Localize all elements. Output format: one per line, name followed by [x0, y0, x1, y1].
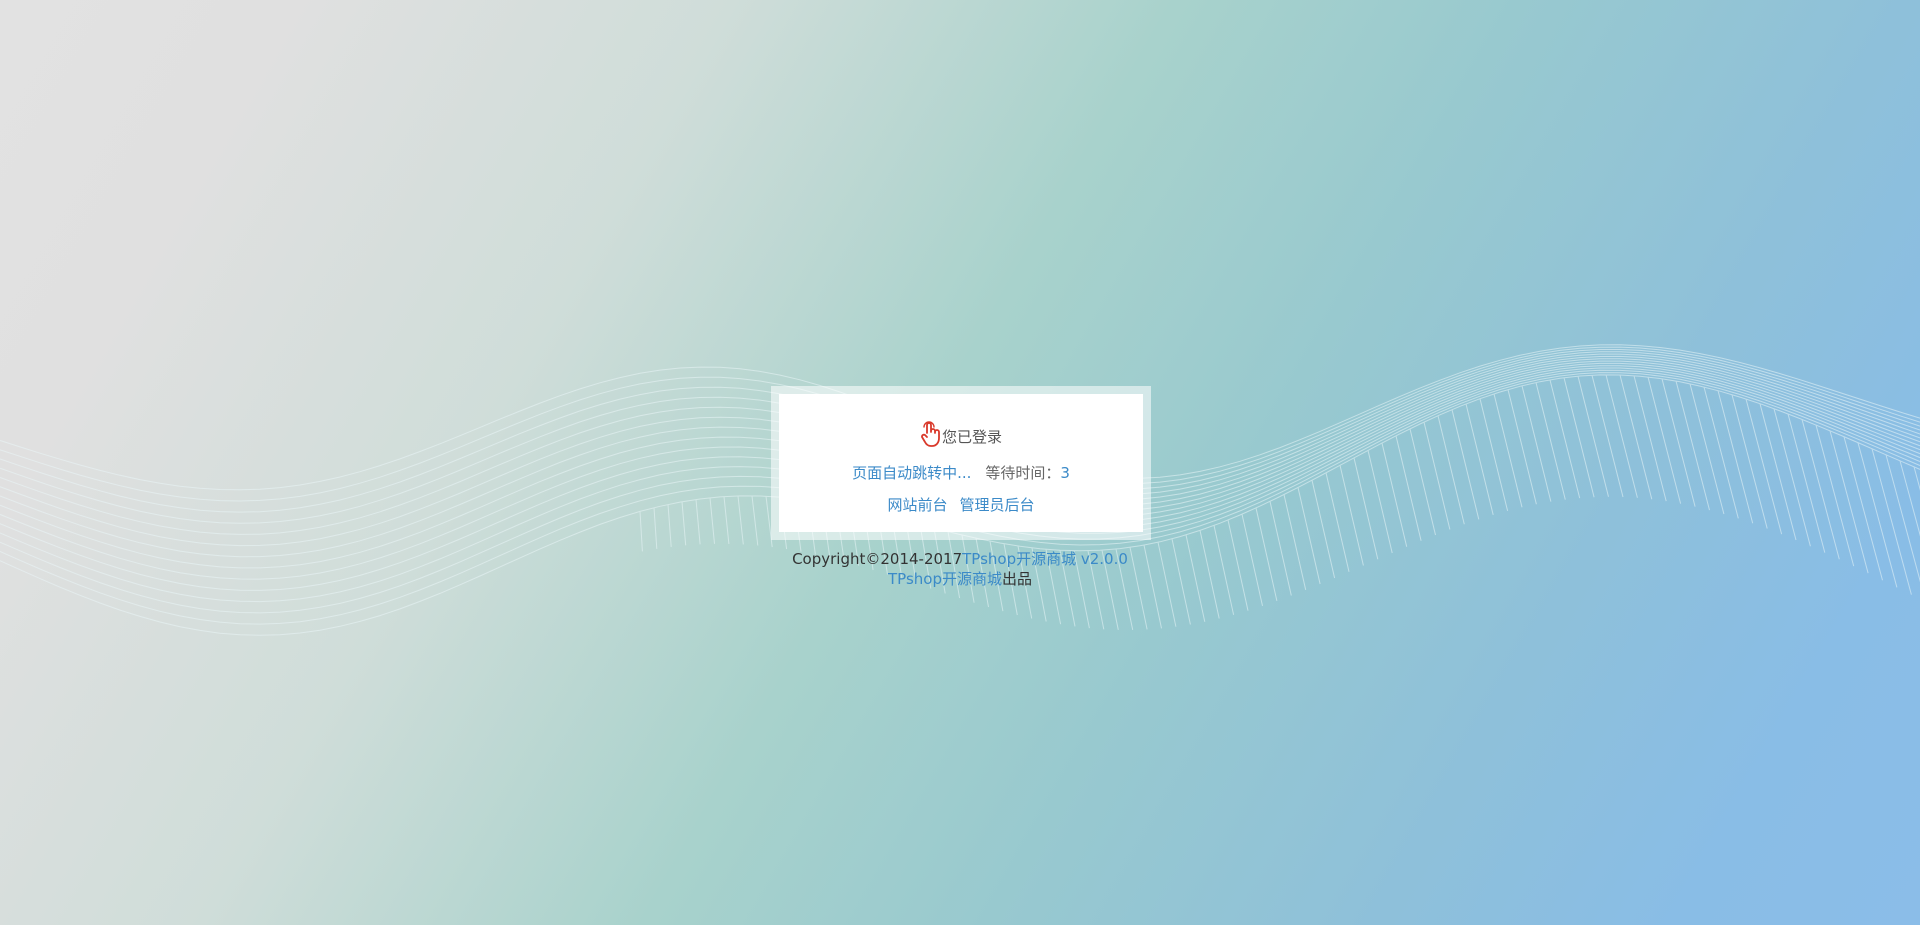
copyright-line: Copyright©2014-2017TPshop开源商城 v2.0.0 [700, 549, 1220, 569]
footer: Copyright©2014-2017TPshop开源商城 v2.0.0 TPs… [700, 549, 1220, 589]
frontend-link[interactable]: 网站前台 [887, 496, 947, 514]
status-row: 您已登录 [779, 420, 1143, 448]
hand-pointer-icon [920, 420, 944, 448]
admin-backend-link[interactable]: 管理员后台 [960, 496, 1035, 514]
product-version-link[interactable]: TPshop开源商城 v2.0.0 [962, 550, 1128, 568]
navigation-links: 网站前台 管理员后台 [779, 494, 1143, 514]
wait-time-label: 等待时间： [985, 464, 1061, 482]
auto-redirect-link[interactable]: 页面自动跳转中... [852, 464, 971, 482]
brand-suffix: 出品 [1001, 570, 1032, 588]
copyright-text: Copyright©2014-2017 [792, 550, 963, 568]
brand-link[interactable]: TPshop开源商城 [888, 570, 1002, 588]
wait-time-countdown: 3 [1060, 464, 1070, 482]
redirect-row: 页面自动跳转中... 等待时间：3 [779, 462, 1143, 482]
login-status-dialog: 您已登录 页面自动跳转中... 等待时间：3 网站前台 管理员后台 [771, 386, 1151, 540]
status-message: 您已登录 [941, 428, 1002, 446]
brand-line: TPshop开源商城出品 [700, 569, 1220, 589]
